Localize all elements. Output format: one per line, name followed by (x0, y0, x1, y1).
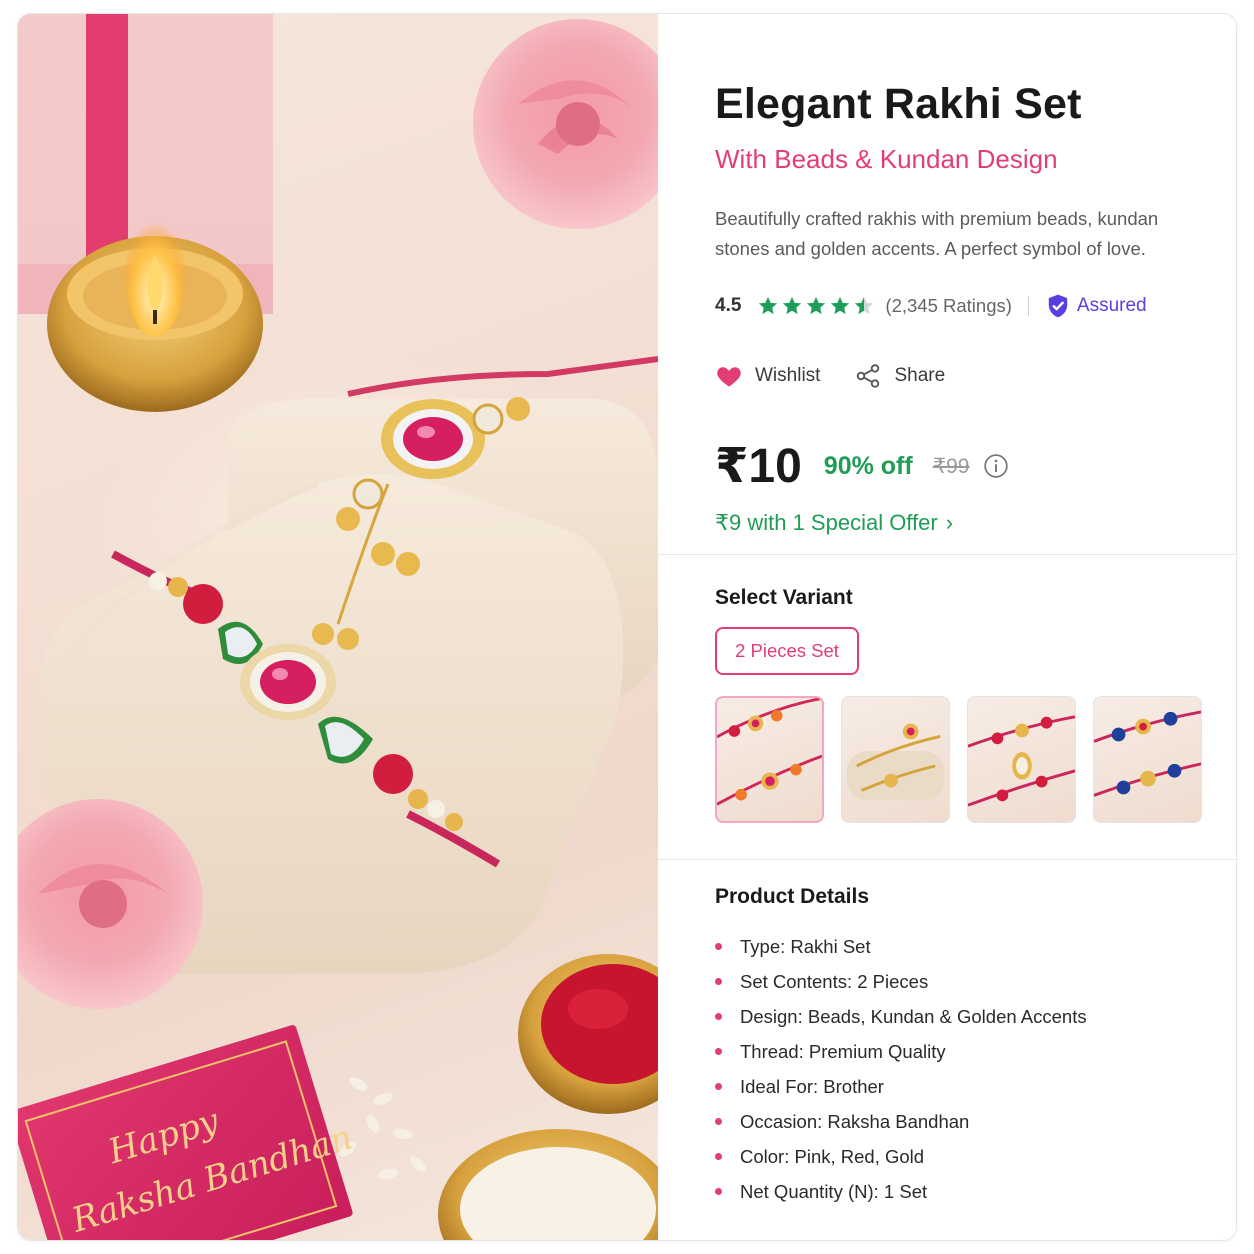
star-icon (759, 296, 778, 315)
wishlist-button[interactable]: Wishlist (715, 362, 820, 390)
special-offer-text: ₹9 with 1 Special Offer (715, 510, 938, 535)
selling-price: ₹10 (715, 440, 802, 493)
details-item: Design: Beads, Kundan & Golden Accents (715, 999, 1087, 1034)
divider (658, 859, 1236, 860)
details-item-text: Thread: Premium Quality (740, 1040, 946, 1062)
details-item-text: Type: Rakhi Set (740, 935, 871, 957)
product-description: Beautifully crafted rakhis with premium … (715, 208, 1159, 259)
details-item: Set Contents: 2 Pieces (715, 964, 1087, 999)
rating-stars (757, 295, 875, 317)
action-row: Wishlist Share (715, 359, 945, 393)
chevron-right-icon: › (945, 510, 954, 535)
bullet (715, 1048, 722, 1055)
rating-row: 4.5 (2,345 Ratings) Assured (715, 291, 1147, 321)
product-photo: Happy Raksha Bandhan (18, 14, 658, 1240)
rating-count[interactable]: (2,345 Ratings) (885, 295, 1011, 317)
variant-thumbnail[interactable] (841, 696, 950, 823)
details-item: Color: Pink, Red, Gold (715, 1139, 1087, 1174)
details-item-text: Color: Pink, Red, Gold (740, 1145, 925, 1167)
details-item-text: Set Contents: 2 Pieces (740, 970, 929, 992)
share-button[interactable]: Share (854, 362, 945, 390)
variant-thumbnail[interactable] (967, 696, 1076, 823)
details-heading: Product Details (715, 885, 870, 908)
variant-thumbnail[interactable] (715, 696, 824, 823)
details-item: Ideal For: Brother (715, 1069, 1087, 1104)
variant-heading: Select Variant (715, 586, 853, 609)
bullet (715, 1188, 722, 1195)
details-item: Occasion: Raksha Bandhan (715, 1104, 1087, 1139)
bullet (715, 1153, 722, 1160)
variant-thumbnails (715, 696, 1202, 823)
mrp-price: ₹99 (932, 454, 970, 478)
variant-thumbnail[interactable] (1093, 696, 1202, 823)
details-item: Net Quantity (N): 1 Set (715, 1174, 1087, 1209)
thumbnail-image (846, 723, 945, 801)
share-label: Share (894, 365, 946, 386)
price-row: ₹10 90% off ₹99 (715, 436, 1009, 496)
variant-chip-selected[interactable]: 2 Pieces Set (715, 627, 859, 675)
thumbnail-image (968, 715, 1075, 807)
details-item-text: Ideal For: Brother (740, 1075, 884, 1097)
heart-icon (717, 367, 741, 387)
bullet (715, 978, 722, 985)
bullet (715, 1083, 722, 1090)
wishlist-label: Wishlist (755, 365, 821, 386)
rating-value: 4.5 (715, 295, 742, 316)
bullet (715, 943, 722, 950)
product-info-panel: Elegant Rakhi Set With Beads & Kundan De… (658, 14, 1236, 1240)
star-icon (783, 296, 802, 315)
star-half-icon (855, 296, 874, 315)
product-title: Elegant Rakhi Set (715, 80, 1082, 128)
thumbnail-image (1094, 710, 1201, 797)
details-item-text: Occasion: Raksha Bandhan (740, 1110, 970, 1132)
details-item-text: Design: Beads, Kundan & Golden Accents (740, 1005, 1087, 1027)
info-icon[interactable] (983, 453, 1009, 479)
star-icon (831, 296, 850, 315)
assured-label: Assured (1076, 295, 1147, 316)
details-item: Thread: Premium Quality (715, 1034, 1087, 1069)
product-card: Happy Raksha Bandhan Elegant Rakhi Set W… (17, 13, 1237, 1241)
special-offer-link[interactable]: ₹9 with 1 Special Offer › (715, 510, 953, 536)
details-item: Type: Rakhi Set (715, 929, 1087, 964)
bullet (715, 1118, 722, 1125)
discount-label: 90% off (823, 451, 913, 480)
divider (658, 554, 1236, 555)
assured-badge-icon (1048, 294, 1068, 318)
product-subtitle: With Beads & Kundan Design (715, 144, 1058, 174)
bullet (715, 1013, 722, 1020)
share-icon (857, 364, 880, 388)
details-item-text: Net Quantity (N): 1 Set (740, 1180, 928, 1202)
details-list: Type: Rakhi Set Set Contents: 2 Pieces D… (715, 929, 1087, 1209)
rating-separator (1027, 296, 1029, 316)
product-image[interactable]: Happy Raksha Bandhan (18, 14, 658, 1240)
thumbnail-image (717, 698, 822, 806)
star-icon (807, 296, 826, 315)
